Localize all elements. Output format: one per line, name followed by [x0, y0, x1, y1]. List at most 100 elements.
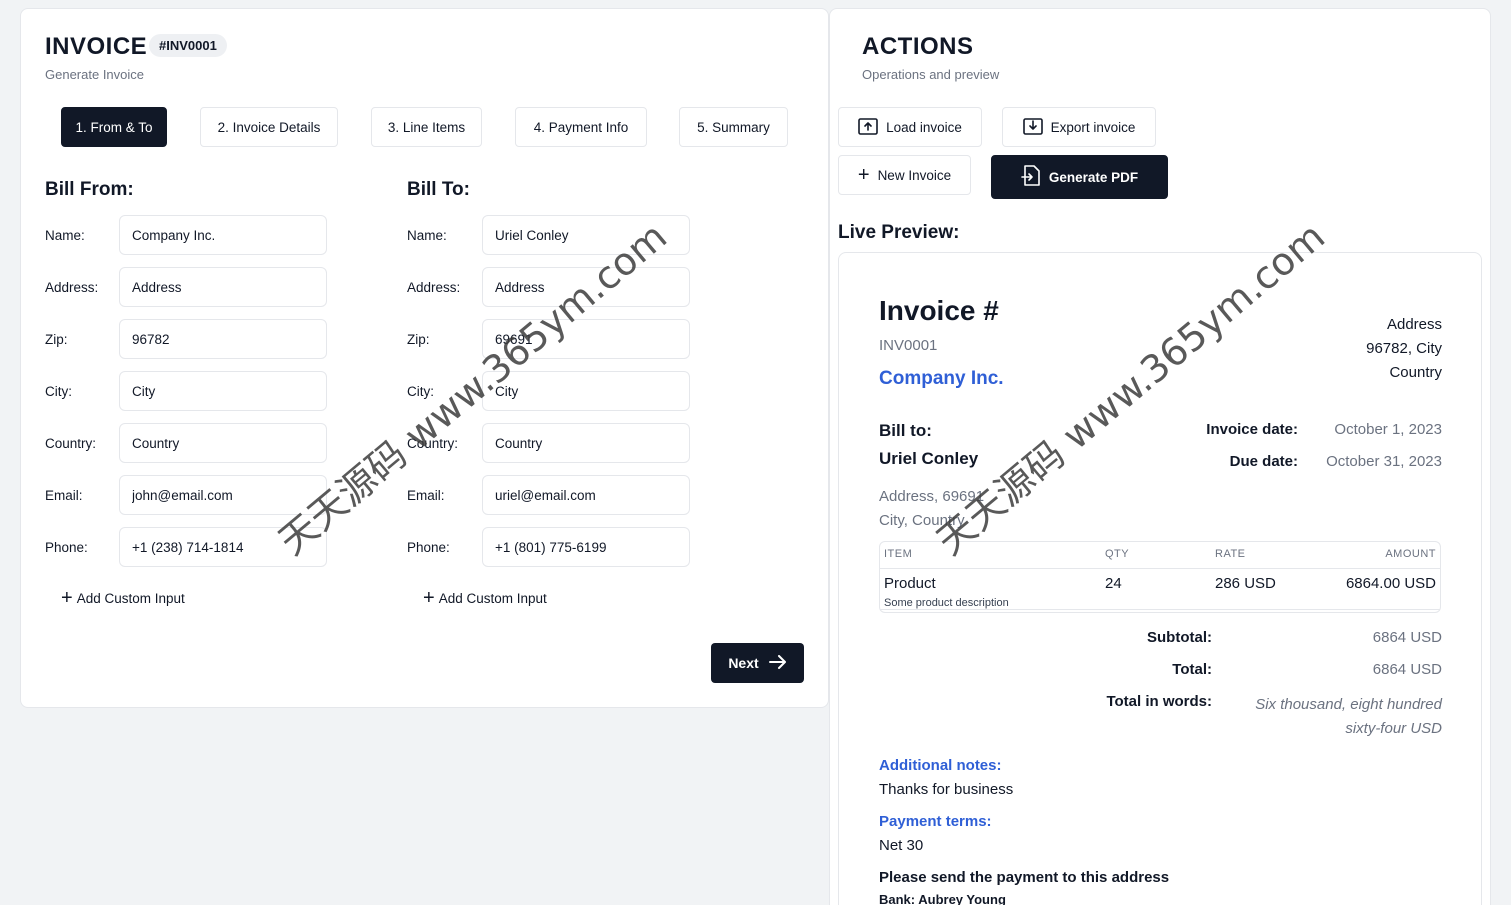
table-header-amount: AMOUNT — [1385, 548, 1436, 560]
preview-bill-to-label: Bill to: — [879, 421, 932, 440]
table-header-item: ITEM — [884, 548, 913, 560]
add-custom-label: Add Custom Input — [76, 590, 185, 606]
subtotal-value: 6864 USD — [1372, 629, 1442, 646]
bill-from-title: Bill From: — [45, 179, 134, 200]
next-button[interactable]: Next — [711, 643, 804, 683]
invoice-subtitle: Generate Invoice — [45, 67, 145, 82]
step-summary[interactable]: 5. Summary — [679, 107, 788, 147]
from-add-custom-input-button[interactable]: + Add Custom Input — [61, 587, 185, 609]
from-address-line: 96782, City — [1366, 340, 1442, 357]
to-phone-input[interactable] — [482, 527, 690, 567]
to-zip-input[interactable] — [482, 319, 690, 359]
client-address-line: Address, 69691 — [879, 488, 985, 505]
to-country-label: Country: — [407, 436, 459, 451]
preview-company-name: Company Inc. — [879, 368, 1004, 389]
file-export-icon — [1021, 164, 1041, 190]
item-name: Product — [884, 575, 936, 592]
total-value: 6864 USD — [1372, 661, 1442, 678]
to-name-label: Name: — [407, 228, 447, 243]
from-country-input[interactable] — [119, 423, 327, 463]
add-custom-label: Add Custom Input — [438, 590, 547, 606]
invoice-number-badge: #INV0001 — [149, 34, 227, 57]
actions-title: ACTIONS — [862, 33, 974, 60]
arrow-right-icon — [768, 654, 787, 672]
generate-pdf-label: Generate PDF — [1048, 169, 1139, 185]
preview-invoice-number: INV0001 — [879, 337, 938, 354]
additional-notes-value: Thanks for business — [879, 781, 1014, 798]
from-email-label: Email: — [45, 488, 83, 503]
plus-icon: + — [61, 587, 73, 609]
client-address-line: City, Country — [879, 512, 965, 529]
preview-from-address: Address 96782, City Country — [1366, 313, 1442, 385]
to-country-input[interactable] — [482, 423, 690, 463]
export-invoice-label: Export invoice — [1050, 119, 1136, 135]
to-phone-label: Phone: — [407, 540, 450, 555]
item-rate: 286 USD — [1215, 575, 1276, 592]
total-label: Total: — [1172, 661, 1212, 678]
from-address-line: Address — [1386, 316, 1442, 333]
actions-subtitle: Operations and preview — [862, 67, 1000, 82]
from-email-input[interactable] — [119, 475, 327, 515]
from-zip-label: Zip: — [45, 332, 68, 347]
from-zip-input[interactable] — [119, 319, 327, 359]
payment-terms-label: Payment terms: — [879, 813, 992, 830]
to-city-input[interactable] — [482, 371, 690, 411]
plus-icon: + — [857, 164, 870, 186]
to-email-input[interactable] — [482, 475, 690, 515]
total-in-words-value: Six thousand, eight hundred sixty-four U… — [1255, 693, 1442, 741]
table-header-rate: RATE — [1215, 548, 1246, 560]
step-invoice-details[interactable]: 2. Invoice Details — [200, 107, 338, 147]
download-icon — [1022, 117, 1043, 138]
payment-terms-value: Net 30 — [879, 837, 924, 854]
table-row-divider — [880, 609, 1440, 610]
from-address-label: Address: — [45, 280, 99, 295]
item-amount: 6864.00 USD — [1345, 575, 1436, 592]
new-invoice-label: New Invoice — [877, 167, 952, 183]
invoice-date-label: Invoice date: — [1206, 421, 1298, 438]
load-invoice-button[interactable]: Load invoice — [838, 107, 982, 147]
generate-pdf-button[interactable]: Generate PDF — [991, 155, 1168, 199]
load-invoice-label: Load invoice — [886, 119, 962, 135]
to-address-input[interactable] — [482, 267, 690, 307]
to-address-label: Address: — [407, 280, 461, 295]
preview-client-address: Address, 69691 City, Country — [879, 485, 984, 533]
from-phone-input[interactable] — [119, 527, 327, 567]
from-city-label: City: — [45, 384, 72, 399]
invoice-title: INVOICE — [45, 33, 148, 60]
from-address-input[interactable] — [119, 267, 327, 307]
step-line-items[interactable]: 3. Line Items — [371, 107, 482, 147]
to-name-input[interactable] — [482, 215, 690, 255]
table-header-qty: QTY — [1105, 548, 1130, 560]
live-preview-title: Live Preview: — [838, 222, 960, 243]
to-city-label: City: — [407, 384, 434, 399]
from-name-input[interactable] — [119, 215, 327, 255]
total-in-words-label: Total in words: — [1106, 693, 1212, 710]
bill-to-title: Bill To: — [407, 179, 470, 200]
payment-address-heading: Please send the payment to this address — [879, 869, 1170, 886]
item-qty: 24 — [1105, 575, 1122, 592]
to-add-custom-input-button[interactable]: + Add Custom Input — [423, 587, 547, 609]
export-invoice-button[interactable]: Export invoice — [1002, 107, 1156, 147]
to-email-label: Email: — [407, 488, 445, 503]
from-name-label: Name: — [45, 228, 85, 243]
step-from-to[interactable]: 1. From & To — [61, 107, 167, 147]
preview-client-name: Uriel Conley — [879, 449, 979, 468]
words-line: Six thousand, eight hundred — [1255, 696, 1442, 713]
subtotal-label: Subtotal: — [1147, 629, 1212, 646]
from-city-input[interactable] — [119, 371, 327, 411]
invoice-form-panel: INVOICE #INV0001 Generate Invoice 1. Fro… — [20, 8, 829, 708]
new-invoice-button[interactable]: + New Invoice — [838, 155, 971, 195]
next-label: Next — [728, 655, 759, 671]
from-address-line: Country — [1389, 364, 1442, 381]
step-payment-info[interactable]: 4. Payment Info — [515, 107, 647, 147]
plus-icon: + — [423, 587, 435, 609]
from-country-label: Country: — [45, 436, 97, 451]
from-phone-label: Phone: — [45, 540, 88, 555]
bank-name-line: Bank: Aubrey Young — [879, 892, 1006, 905]
preview-heading: Invoice # — [879, 295, 999, 326]
line-items-table: ITEM QTY RATE AMOUNT Product 24 286 USD … — [879, 541, 1441, 613]
additional-notes-label: Additional notes: — [879, 757, 1002, 774]
invoice-date-value: October 1, 2023 — [1334, 421, 1442, 438]
to-zip-label: Zip: — [407, 332, 430, 347]
due-date-label: Due date: — [1229, 453, 1298, 470]
